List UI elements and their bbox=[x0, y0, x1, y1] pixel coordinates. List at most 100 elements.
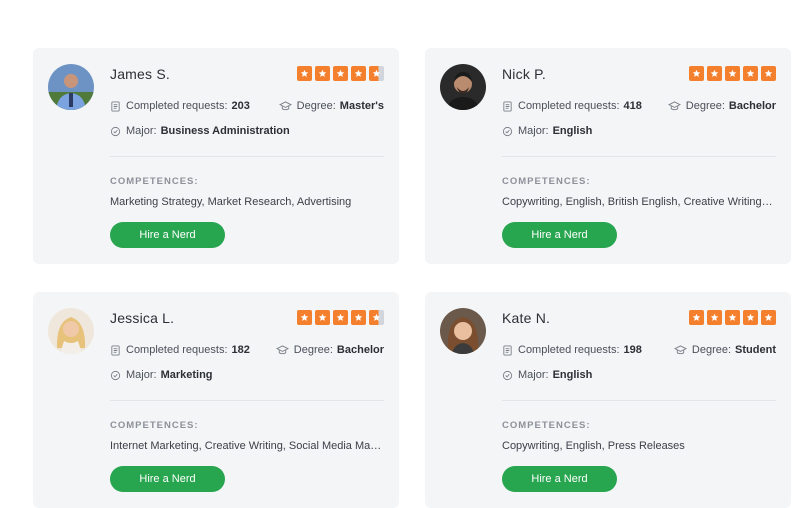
avatar[interactable] bbox=[48, 64, 94, 110]
requests-value: 203 bbox=[231, 100, 250, 112]
major-label: Major: bbox=[126, 125, 157, 137]
degree-label: Degree: bbox=[685, 100, 725, 112]
rating-stars bbox=[689, 66, 776, 81]
document-icon bbox=[111, 100, 120, 112]
degree: Degree: Bachelor bbox=[275, 344, 384, 356]
major: Major: English bbox=[502, 125, 592, 137]
divider bbox=[110, 156, 384, 157]
competences-heading: COMPETENCES: bbox=[110, 176, 199, 187]
nerd-name: James S. bbox=[110, 66, 170, 82]
competences-list: Internet Marketing, Creative Writing, So… bbox=[110, 440, 382, 452]
degree-label: Degree: bbox=[691, 344, 732, 356]
graduation-cap-icon bbox=[667, 100, 681, 110]
star-icon bbox=[761, 310, 776, 325]
nerd-name: Nick P. bbox=[502, 66, 546, 82]
completed-requests: Completed requests: 182 bbox=[110, 344, 250, 356]
degree: Degree: Student bbox=[673, 344, 776, 356]
competences-list: Copywriting, English, Press Releases bbox=[502, 440, 685, 452]
degree-value: Student bbox=[735, 344, 776, 356]
star-icon bbox=[333, 310, 348, 325]
rating-stars bbox=[297, 66, 384, 81]
star-icon bbox=[369, 310, 384, 325]
star-icon bbox=[333, 66, 348, 81]
major-label: Major: bbox=[518, 369, 549, 381]
hire-a-nerd-button[interactable]: Hire a Nerd bbox=[502, 222, 617, 248]
requests-label: Completed requests: bbox=[518, 344, 620, 356]
major: Major: Marketing bbox=[110, 369, 213, 381]
degree: Degree: Master's bbox=[278, 100, 384, 112]
document-icon bbox=[111, 344, 120, 356]
requests-value: 418 bbox=[623, 100, 642, 112]
competences-list: Marketing Strategy, Market Research, Adv… bbox=[110, 196, 352, 208]
hire-a-nerd-button[interactable]: Hire a Nerd bbox=[502, 466, 617, 492]
star-icon bbox=[743, 310, 758, 325]
degree-value: Master's bbox=[339, 100, 384, 112]
major: Major: Business Administration bbox=[110, 125, 290, 137]
star-icon bbox=[315, 310, 330, 325]
degree-label: Degree: bbox=[296, 100, 336, 112]
degree-label: Degree: bbox=[293, 344, 333, 356]
check-circle-icon bbox=[502, 370, 513, 380]
divider bbox=[110, 400, 384, 401]
degree-value: Bachelor bbox=[336, 344, 384, 356]
nerd-name: Kate N. bbox=[502, 310, 551, 326]
star-icon bbox=[725, 310, 740, 325]
star-icon bbox=[297, 310, 312, 325]
rating-stars bbox=[689, 310, 776, 325]
major-label: Major: bbox=[518, 125, 549, 137]
competences-heading: COMPETENCES: bbox=[502, 420, 591, 431]
star-icon bbox=[689, 310, 704, 325]
avatar[interactable] bbox=[48, 308, 94, 354]
document-icon bbox=[503, 344, 512, 356]
check-circle-icon bbox=[110, 370, 121, 380]
competences-list: Copywriting, English, British English, C… bbox=[502, 196, 774, 208]
avatar[interactable] bbox=[440, 308, 486, 354]
major: Major: English bbox=[502, 369, 592, 381]
star-icon bbox=[689, 66, 704, 81]
nerd-card: Jessica L. Completed requests: 182 Degree… bbox=[33, 292, 399, 508]
major-value: English bbox=[552, 369, 593, 381]
requests-label: Completed requests: bbox=[126, 344, 228, 356]
major-value: English bbox=[552, 125, 593, 137]
graduation-cap-icon bbox=[278, 100, 292, 110]
star-icon bbox=[707, 66, 722, 81]
hire-a-nerd-button[interactable]: Hire a Nerd bbox=[110, 466, 225, 492]
star-icon bbox=[743, 66, 758, 81]
completed-requests: Completed requests: 203 bbox=[110, 100, 250, 112]
star-icon bbox=[351, 310, 366, 325]
hire-a-nerd-button[interactable]: Hire a Nerd bbox=[110, 222, 225, 248]
major-value: Business Administration bbox=[160, 125, 290, 137]
requests-label: Completed requests: bbox=[126, 100, 228, 112]
completed-requests: Completed requests: 198 bbox=[502, 344, 642, 356]
major-value: Marketing bbox=[160, 369, 213, 381]
star-icon bbox=[707, 310, 722, 325]
rating-stars bbox=[297, 310, 384, 325]
star-icon bbox=[315, 66, 330, 81]
degree: Degree: Bachelor bbox=[667, 100, 776, 112]
requests-value: 182 bbox=[231, 344, 250, 356]
graduation-cap-icon bbox=[275, 344, 289, 354]
major-label: Major: bbox=[126, 369, 157, 381]
nerd-card: James S. Completed requests: 203 Degree: M… bbox=[33, 48, 399, 264]
requests-value: 198 bbox=[623, 344, 642, 356]
star-icon bbox=[761, 66, 776, 81]
star-icon bbox=[725, 66, 740, 81]
avatar[interactable] bbox=[440, 64, 486, 110]
competences-heading: COMPETENCES: bbox=[110, 420, 199, 431]
star-icon bbox=[351, 66, 366, 81]
star-icon bbox=[369, 66, 384, 81]
nerd-card: Nick P. Completed requests: 418 Degree: Ba… bbox=[425, 48, 791, 264]
degree-value: Bachelor bbox=[728, 100, 776, 112]
document-icon bbox=[503, 100, 512, 112]
divider bbox=[502, 400, 776, 401]
graduation-cap-icon bbox=[673, 344, 687, 354]
nerd-card: Kate N. Completed requests: 198 Degree: St… bbox=[425, 292, 791, 508]
star-icon bbox=[297, 66, 312, 81]
check-circle-icon bbox=[502, 126, 513, 136]
requests-label: Completed requests: bbox=[518, 100, 620, 112]
check-circle-icon bbox=[110, 126, 121, 136]
completed-requests: Completed requests: 418 bbox=[502, 100, 642, 112]
divider bbox=[502, 156, 776, 157]
nerd-name: Jessica L. bbox=[110, 310, 175, 326]
competences-heading: COMPETENCES: bbox=[502, 176, 591, 187]
